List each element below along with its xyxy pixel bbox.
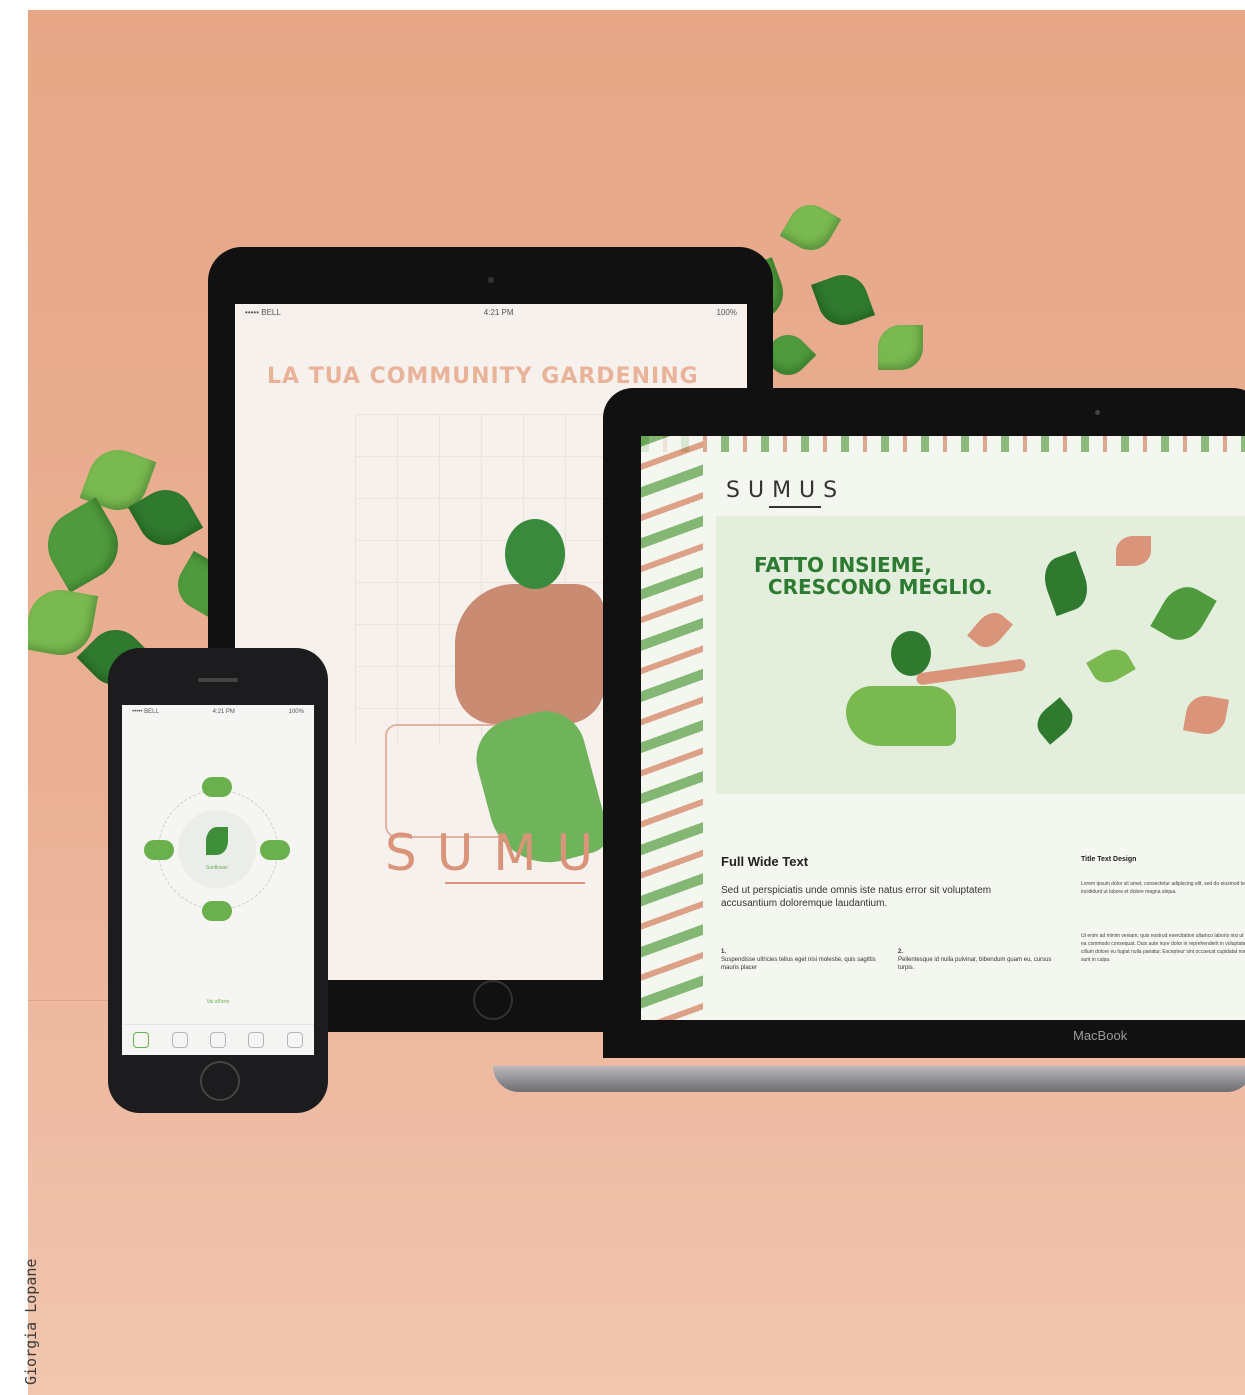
- column-2-number: 2.: [898, 949, 904, 955]
- carrier-label: ••••• BELL: [132, 709, 159, 715]
- phone-speaker: [198, 678, 238, 682]
- hero-figure-body: [846, 686, 956, 746]
- gardener-body-illustration: [455, 584, 605, 724]
- phone-tab-bar: [122, 1024, 314, 1055]
- photo-credit: Giorgia Lopane: [22, 1258, 40, 1385]
- sidebar-text-2: Ut enim ad minim veniam, quis nostrud ex…: [1081, 933, 1245, 963]
- carrier-label: ••••• BELL: [245, 308, 281, 317]
- community-tab-icon[interactable]: [171, 1032, 188, 1048]
- tablet-home-button[interactable]: [472, 980, 513, 1020]
- shop-tab-icon[interactable]: [248, 1032, 265, 1048]
- brand-underline: [445, 882, 585, 884]
- section-title: Full Wide Text: [721, 854, 809, 869]
- phone-device: ••••• BELL 4:21 PM 100% Sunflower Vai al…: [108, 648, 328, 1113]
- column-1-number: 1.: [721, 949, 727, 955]
- battery-label: 100%: [716, 308, 737, 317]
- floral-border-left: [641, 436, 703, 1020]
- hero-figure-arm: [915, 658, 1027, 686]
- leaf-icon: [967, 606, 1013, 654]
- leaf-icon: [1030, 697, 1080, 745]
- leaf-icon: [1037, 550, 1095, 617]
- laptop-device: SUMUS FATTO INSIEME, CRESCONO MEGLIO. Fu…: [603, 388, 1245, 1058]
- sidebar-title: Title Text Design: [1081, 856, 1137, 863]
- leaf-icon: [1183, 692, 1229, 738]
- wheel-right-button[interactable]: [260, 840, 290, 860]
- hero-banner: FATTO INSIEME, CRESCONO MEGLIO.: [716, 516, 1245, 794]
- photo-scene: ••••• BELL 4:21 PM 100% LA TUA COMMUNITY…: [28, 10, 1245, 1395]
- floral-border-top: [641, 436, 1245, 452]
- calendar-tab-icon[interactable]: [286, 1032, 303, 1048]
- site-logo[interactable]: SUMUS: [726, 478, 845, 503]
- leaf-icon: [810, 267, 876, 333]
- tablet-headline: LA TUA COMMUNITY GARDENING: [267, 364, 699, 389]
- leaf-icon: [1116, 536, 1151, 566]
- column-2: 2. Pellentesque id nulla pulvinar, biben…: [898, 948, 1063, 972]
- leaf-icon: [1086, 643, 1136, 689]
- wheel-top-button[interactable]: [202, 777, 232, 797]
- tablet-camera: [487, 277, 494, 283]
- laptop-camera: [1095, 410, 1100, 415]
- phone-screen: ••••• BELL 4:21 PM 100% Sunflower Vai al…: [122, 705, 314, 1055]
- wheel-bottom-button[interactable]: [202, 901, 232, 921]
- column-2-text: Pellentesque id nulla pulvinar, bibendum…: [898, 957, 1052, 971]
- column-1: 1. Suspendisse ultricies tellus eget nis…: [721, 948, 881, 972]
- clock-label: 4:21 PM: [483, 308, 514, 317]
- tablet-status-bar: ••••• BELL 4:21 PM 100%: [235, 304, 747, 321]
- plant-name: Sunflower: [205, 865, 229, 871]
- leaf-icon: [35, 497, 131, 593]
- gardener-hair-illustration: [505, 519, 565, 589]
- logo-underline: [769, 506, 821, 508]
- leaf-icon: [1150, 578, 1217, 649]
- garden-link[interactable]: Vai all'orto: [122, 999, 314, 1005]
- sidebar-text-1: Lorem ipsum dolor sit amet, consectetur …: [1081, 881, 1245, 895]
- hero-title: FATTO INSIEME, CRESCONO MEGLIO.: [754, 553, 993, 599]
- clock-label: 4:21 PM: [212, 709, 235, 715]
- column-1-text: Suspendisse ultricies tellus eget nisi m…: [721, 957, 876, 971]
- leaf-icon: [878, 325, 923, 370]
- garden-tab-icon[interactable]: [209, 1032, 226, 1048]
- phone-status-bar: ••••• BELL 4:21 PM 100%: [122, 705, 314, 719]
- home-tab-icon[interactable]: [133, 1032, 150, 1048]
- hero-figure-hair: [891, 631, 931, 676]
- phone-home-button[interactable]: [200, 1061, 240, 1101]
- section-lead: Sed ut perspiciatis unde omnis iste natu…: [721, 885, 992, 909]
- battery-label: 100%: [288, 709, 304, 715]
- laptop-base: [493, 1066, 1245, 1092]
- leaf-icon: [779, 196, 842, 259]
- laptop-screen: SUMUS FATTO INSIEME, CRESCONO MEGLIO. Fu…: [641, 436, 1245, 1020]
- plant-icon: [206, 827, 228, 855]
- wheel-left-button[interactable]: [144, 840, 174, 860]
- laptop-model-label: MacBook: [1073, 1028, 1128, 1043]
